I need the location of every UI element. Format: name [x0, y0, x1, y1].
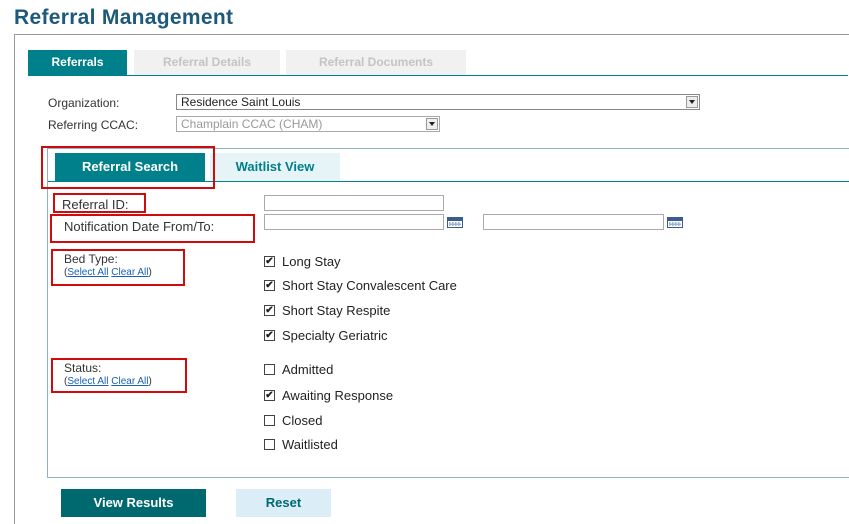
- chevron-down-icon[interactable]: [426, 118, 438, 130]
- checkbox-checked[interactable]: ✔: [264, 280, 275, 291]
- date-to-input[interactable]: [483, 214, 664, 230]
- referral-id-input[interactable]: [264, 195, 444, 211]
- view-results-button[interactable]: View Results: [61, 489, 206, 517]
- ccac-value: Champlain CCAC (CHAM): [181, 117, 323, 131]
- search-panel: [47, 148, 849, 478]
- tabs-divider: [28, 75, 848, 76]
- ccac-select[interactable]: Champlain CCAC (CHAM): [176, 116, 440, 132]
- checkbox-unchecked[interactable]: [264, 415, 275, 426]
- ccac-label: Referring CCAC:: [48, 118, 139, 132]
- checkbox-checked[interactable]: ✔: [264, 330, 275, 341]
- checkbox-checked[interactable]: ✔: [264, 256, 275, 267]
- bed-type-label: Specialty Geriatric: [282, 328, 388, 343]
- bed-type-label: Short Stay Respite: [282, 303, 391, 318]
- checkbox-checked[interactable]: ✔: [264, 390, 275, 401]
- highlight-box: [50, 214, 255, 243]
- organization-label: Organization:: [48, 96, 120, 110]
- highlight-box: [53, 193, 146, 213]
- organization-select[interactable]: Residence Saint Louis: [176, 94, 700, 110]
- status-option-label: Awaiting Response: [282, 388, 394, 403]
- reset-button[interactable]: Reset: [236, 489, 331, 517]
- tab-referral-details[interactable]: Referral Details: [134, 50, 280, 75]
- tab-waitlist-view[interactable]: Waitlist View: [210, 153, 340, 181]
- status-option-label: Closed: [282, 413, 323, 428]
- tab-referral-documents[interactable]: Referral Documents: [286, 50, 466, 75]
- organization-value: Residence Saint Louis: [181, 95, 301, 109]
- highlight-box: [51, 358, 187, 393]
- date-from-input[interactable]: [264, 214, 444, 230]
- highlight-box: [51, 249, 185, 286]
- status-option-label: Admitted: [282, 362, 334, 377]
- page-title: Referral Management: [14, 6, 234, 29]
- checkbox-checked[interactable]: ✔: [264, 305, 275, 316]
- bed-type-label: Short Stay Convalescent Care: [282, 278, 457, 293]
- status-option-label: Waitlisted: [282, 437, 338, 452]
- highlight-box: [41, 146, 215, 189]
- bed-type-label: Long Stay: [282, 254, 341, 269]
- calendar-icon[interactable]: [447, 217, 463, 228]
- tab-referrals[interactable]: Referrals: [28, 50, 127, 75]
- checkbox-unchecked[interactable]: [264, 364, 275, 375]
- calendar-icon[interactable]: [667, 217, 683, 228]
- checkbox-unchecked[interactable]: [264, 439, 275, 450]
- chevron-down-icon[interactable]: [686, 96, 698, 108]
